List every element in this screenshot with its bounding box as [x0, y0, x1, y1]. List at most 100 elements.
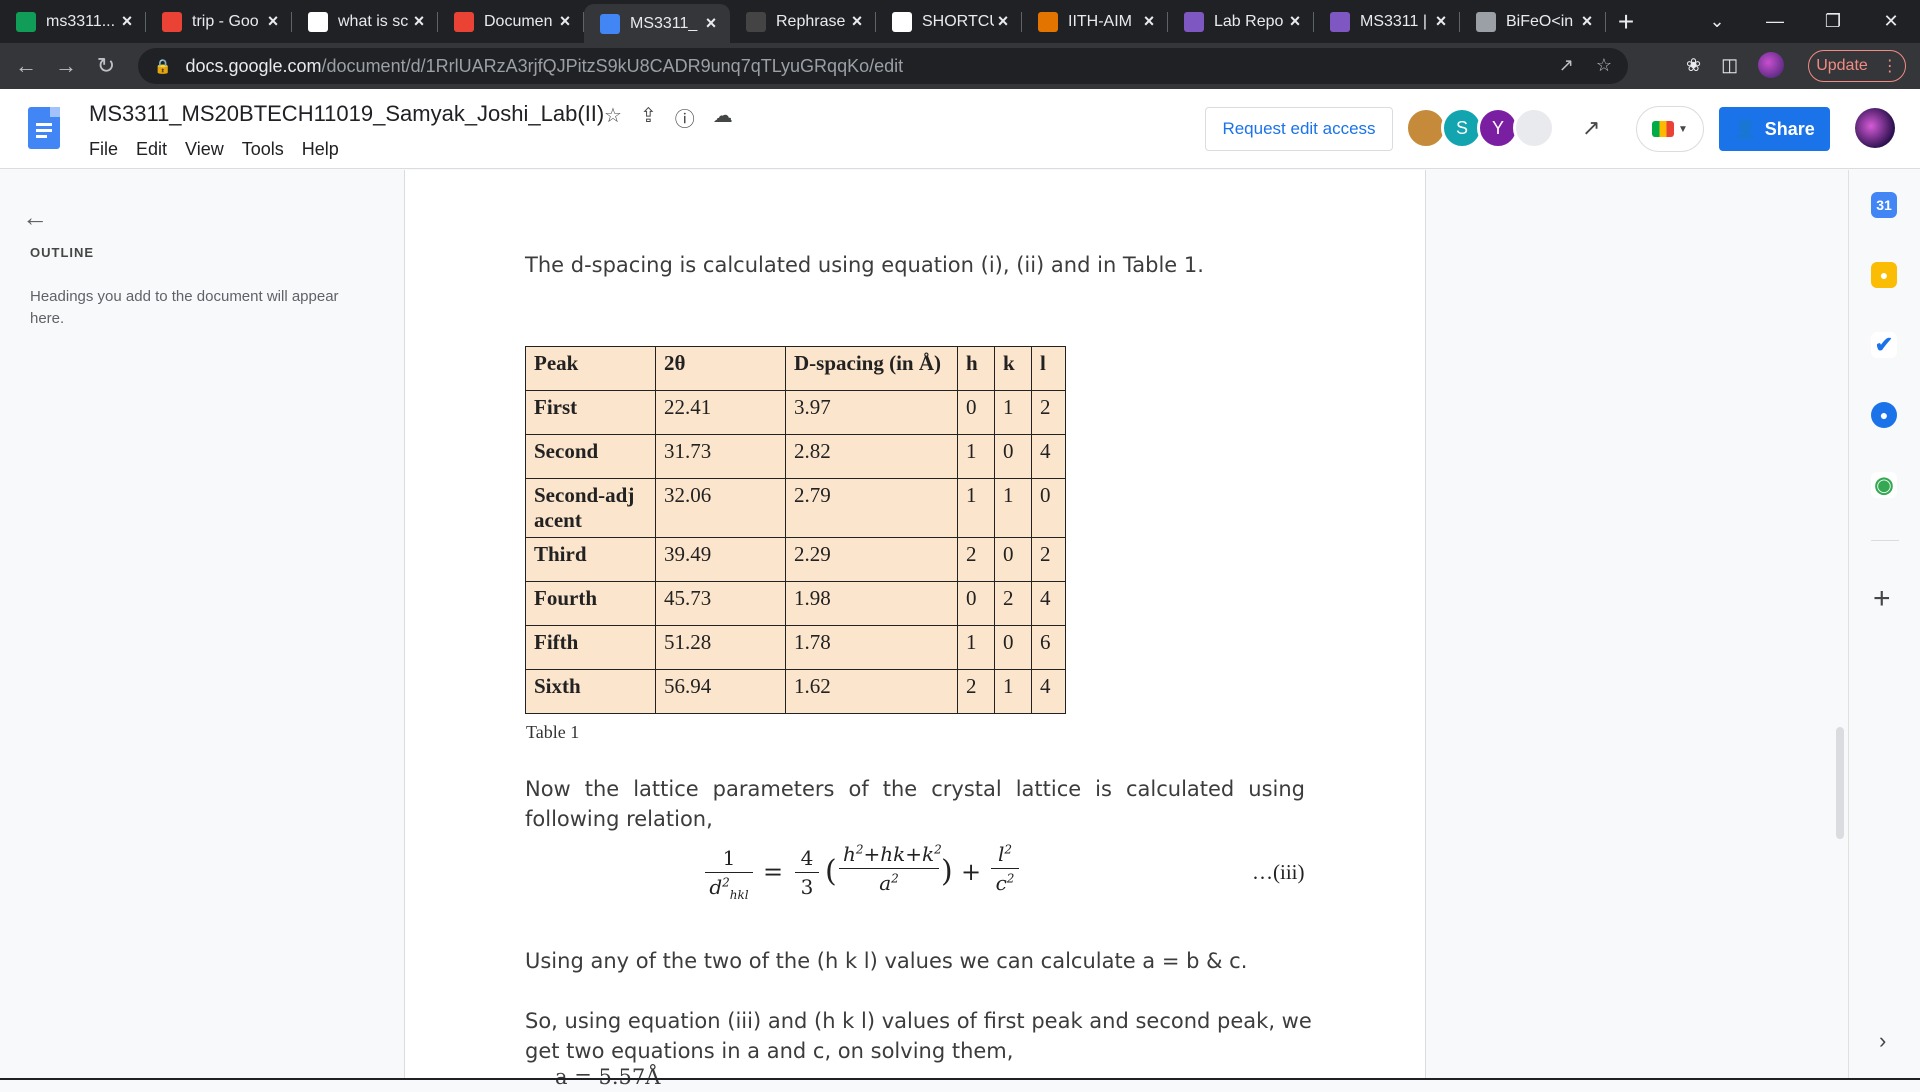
tab-close-icon[interactable]: × [1286, 11, 1304, 32]
side-panel-icon[interactable]: ◫ [1721, 55, 1738, 76]
table-cell: 0 [957, 390, 995, 435]
lock-icon: 🔒 [154, 57, 172, 74]
table-cell: 2 [994, 581, 1032, 626]
browser-tab[interactable]: trip - Goo × [146, 0, 292, 43]
document-title[interactable]: MS3311_MS20BTECH11019_Samyak_Joshi_Lab(I… [89, 101, 604, 127]
sheets-icon [16, 11, 36, 32]
browser-tab[interactable]: Lab Repo × [1168, 0, 1314, 43]
browser-tab[interactable]: what is sc × [292, 0, 438, 43]
new-tab-icon[interactable]: + [1606, 0, 1646, 43]
table-cell: 1 [994, 669, 1032, 714]
table-row: Second 31.73 2.82 1 0 4 [525, 434, 1066, 479]
browser-tab[interactable]: MS3311_ × [584, 4, 730, 43]
tasks-icon[interactable]: ✔ [1871, 332, 1897, 358]
table-cell: 1.78 [785, 625, 958, 670]
update-button[interactable]: Update ⋮ [1808, 50, 1906, 82]
page-scrollbar[interactable] [1836, 727, 1844, 839]
browser-tab[interactable]: IITH-AIM × [1022, 0, 1168, 43]
tab-close-icon[interactable]: × [556, 11, 574, 32]
tab-close-icon[interactable]: × [994, 11, 1012, 32]
classroom-icon [1330, 11, 1350, 32]
tab-close-icon[interactable]: × [848, 11, 866, 32]
tab-close-icon[interactable]: × [1140, 11, 1158, 32]
tab-close-icon[interactable]: × [264, 11, 282, 32]
info-icon[interactable]: ⓘ [675, 103, 695, 132]
move-icon[interactable]: ⇪ [640, 103, 657, 132]
menu-view[interactable]: View [185, 139, 224, 160]
tab-title: Rephrase [776, 12, 846, 30]
table-cell: 3.97 [785, 390, 958, 435]
table-cell: 1 [994, 478, 1032, 538]
close-outline-arrow-icon[interactable]: ← [22, 202, 48, 233]
tab-close-icon[interactable]: × [702, 13, 720, 34]
table-cell: 45.73 [655, 581, 786, 626]
outline-label: OUTLINE [30, 245, 95, 260]
menu-file[interactable]: File [89, 139, 118, 160]
collaborator-avatars: SY [1405, 107, 1555, 149]
add-on-plus-icon[interactable]: + [1873, 582, 1891, 616]
table-cell: 1 [957, 434, 995, 479]
url-field[interactable]: 🔒 docs.google.com/document/d/1RrlUARzA3r… [138, 48, 1628, 84]
table-cell: 0 [1031, 478, 1066, 538]
account-avatar[interactable] [1855, 108, 1895, 148]
person-add-icon: 👤 [1734, 118, 1757, 139]
table-cell: 1 [957, 478, 995, 538]
back-icon[interactable]: ← [6, 46, 46, 86]
profile-avatar[interactable] [1758, 52, 1785, 78]
table-cell: 2 [1031, 390, 1066, 435]
collaborator-avatar[interactable] [1513, 107, 1555, 149]
forward-icon[interactable]: → [46, 46, 86, 86]
paragraph-dspacing: The d-spacing is calculated using equati… [525, 253, 1204, 277]
outline-hint: Headings you add to the document will ap… [30, 288, 339, 327]
calendar-icon[interactable]: 31 [1871, 192, 1897, 218]
update-label: Update [1816, 57, 1868, 74]
keep-icon[interactable]: ● [1871, 262, 1897, 288]
close-window-icon[interactable]: ✕ [1862, 0, 1920, 43]
docs-logo-icon[interactable] [28, 107, 60, 149]
gift-icon [1038, 11, 1058, 32]
maps-icon[interactable]: ◉ [1871, 472, 1897, 498]
minimize-icon[interactable]: — [1746, 0, 1804, 43]
menu-edit[interactable]: Edit [136, 139, 167, 160]
tab-close-icon[interactable]: × [1432, 11, 1450, 32]
share-button[interactable]: 👤 Share [1719, 107, 1830, 151]
docs-header: MS3311_MS20BTECH11019_Samyak_Joshi_Lab(I… [0, 89, 1920, 169]
table-header-cell: 2θ [655, 346, 786, 391]
tab-search-icon[interactable]: ⌄ [1688, 0, 1746, 43]
table-cell: Fourth [525, 581, 656, 626]
menu-tools[interactable]: Tools [242, 139, 284, 160]
tab-close-icon[interactable]: × [118, 11, 136, 32]
table-cell: 2 [957, 669, 995, 714]
chevron-right-icon[interactable]: › [1879, 1028, 1886, 1054]
browser-tab[interactable]: ms3311... × [0, 0, 146, 43]
reload-icon[interactable]: ↻ [86, 46, 126, 86]
chevron-down-icon: ▼ [1678, 123, 1688, 135]
equation-iii: 1 d2hkl = 4 3 ( h2+hk+k2 a2 ) + l2 c2 [705, 840, 1245, 920]
extensions-puzzle-icon[interactable]: ❀ [1686, 55, 1701, 76]
restore-icon[interactable]: ❐ [1804, 0, 1862, 43]
share-label: Share [1764, 118, 1815, 139]
meet-button[interactable]: ▼ [1636, 106, 1704, 152]
tab-close-icon[interactable]: × [1578, 11, 1596, 32]
document-page[interactable]: The d-spacing is calculated using equati… [404, 170, 1426, 1089]
table-cell: 39.49 [655, 537, 786, 582]
tab-close-icon[interactable]: × [410, 11, 428, 32]
browser-tab[interactable]: Rephrase × [730, 0, 876, 43]
docs-icon [600, 13, 620, 34]
bookmark-star-icon[interactable]: ☆ [1596, 55, 1612, 76]
browser-tab[interactable]: Documen × [438, 0, 584, 43]
table-row: Sixth 56.94 1.62 2 1 4 [525, 669, 1066, 714]
menu-help[interactable]: Help [302, 139, 339, 160]
tab-title: trip - Goo [192, 12, 259, 30]
contacts-icon[interactable]: ● [1871, 402, 1897, 428]
activity-trend-icon[interactable]: ↗ [1582, 115, 1600, 141]
browser-tab[interactable]: SHORTCU × [876, 0, 1022, 43]
cloud-status-icon[interactable]: ☁ [713, 103, 733, 132]
share-page-icon[interactable]: ↗ [1559, 55, 1574, 76]
browser-tab[interactable]: BiFeO<in × [1460, 0, 1606, 43]
outline-panel: ← OUTLINE Headings you add to the docume… [0, 170, 404, 1080]
request-edit-access-button[interactable]: Request edit access [1205, 107, 1393, 151]
star-icon[interactable]: ☆ [604, 103, 622, 132]
tab-strip: ms3311... × trip - Goo × what is sc × Documen ×… [0, 0, 1920, 43]
browser-tab[interactable]: MS3311 | × [1314, 0, 1460, 43]
